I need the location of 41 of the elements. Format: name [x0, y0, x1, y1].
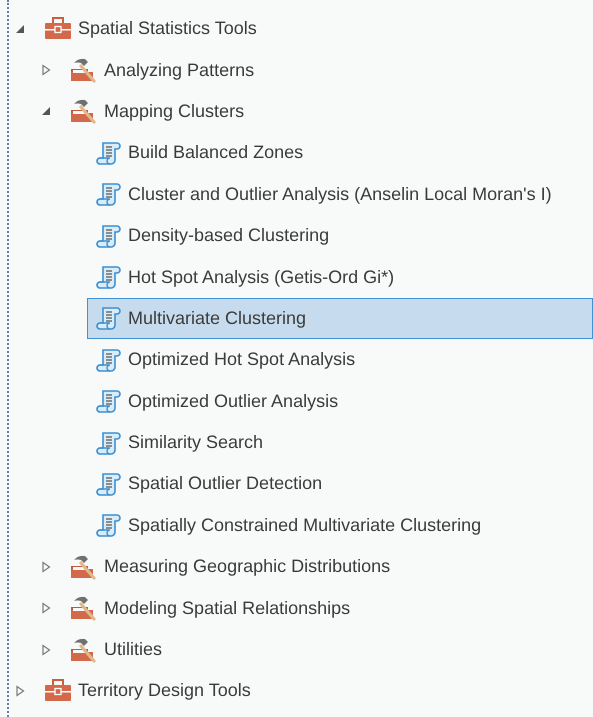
- tree-item[interactable]: Multivariate Clustering: [87, 298, 593, 340]
- hammer-toolbox-icon: [70, 636, 98, 663]
- hammer-toolbox-icon: [70, 57, 98, 84]
- tree-item[interactable]: Similarity Search: [87, 422, 593, 464]
- tree-item[interactable]: Measuring Geographic Distributions: [61, 546, 593, 588]
- tree-item[interactable]: Mapping Clusters: [61, 90, 593, 132]
- tree-item[interactable]: Hot Spot Analysis (Getis-Ord Gi*): [87, 256, 593, 298]
- script-tool-icon: [96, 512, 122, 538]
- collapse-arrow-icon[interactable]: [14, 22, 26, 35]
- tree-item[interactable]: Utilities: [61, 628, 593, 670]
- hammer-toolbox-icon: [70, 595, 98, 622]
- script-tool-icon: [96, 264, 122, 290]
- script-tool-icon: [96, 305, 122, 332]
- tree-item[interactable]: Optimized Hot Spot Analysis: [87, 339, 593, 381]
- script-tool-icon: [96, 140, 122, 166]
- tree-item[interactable]: Density-based Clustering: [87, 214, 593, 256]
- expand-arrow-icon[interactable]: [14, 684, 26, 697]
- tree-item[interactable]: Spatial Outlier Detection: [87, 463, 593, 505]
- expand-arrow-icon[interactable]: [40, 64, 52, 76]
- collapse-arrow-icon[interactable]: [40, 105, 52, 118]
- script-tool-icon: [96, 430, 122, 456]
- tree-item[interactable]: Spatial Statistics Tools: [35, 8, 593, 50]
- script-tool-icon: [96, 470, 122, 497]
- expand-arrow-icon[interactable]: [40, 602, 52, 614]
- script-tool-icon: [96, 346, 122, 373]
- toolbox-icon: [44, 16, 72, 42]
- script-tool-icon: [96, 388, 122, 414]
- tree-item[interactable]: Cluster and Outlier Analysis (Anselin Local Moran's I): [87, 174, 593, 215]
- tree-item[interactable]: Build Balanced Zones: [87, 132, 593, 174]
- expand-arrow-icon[interactable]: [40, 560, 52, 573]
- hammer-toolbox-icon: [70, 98, 98, 124]
- tree-item[interactable]: Analyzing Patterns: [61, 49, 593, 91]
- hammer-toolbox-icon: [70, 554, 98, 580]
- tree-item[interactable]: Optimized Outlier Analysis: [87, 380, 593, 422]
- expand-arrow-icon[interactable]: [40, 644, 52, 656]
- tree-item[interactable]: Modeling Spatial Relationships: [61, 587, 593, 629]
- toolbox-icon: [44, 678, 72, 704]
- script-tool-icon: [96, 222, 122, 249]
- tree-item[interactable]: Territory Design Tools: [35, 670, 593, 712]
- script-tool-icon: [96, 181, 122, 208]
- tree-item[interactable]: Spatially Constrained Multivariate Clustering: [87, 504, 593, 546]
